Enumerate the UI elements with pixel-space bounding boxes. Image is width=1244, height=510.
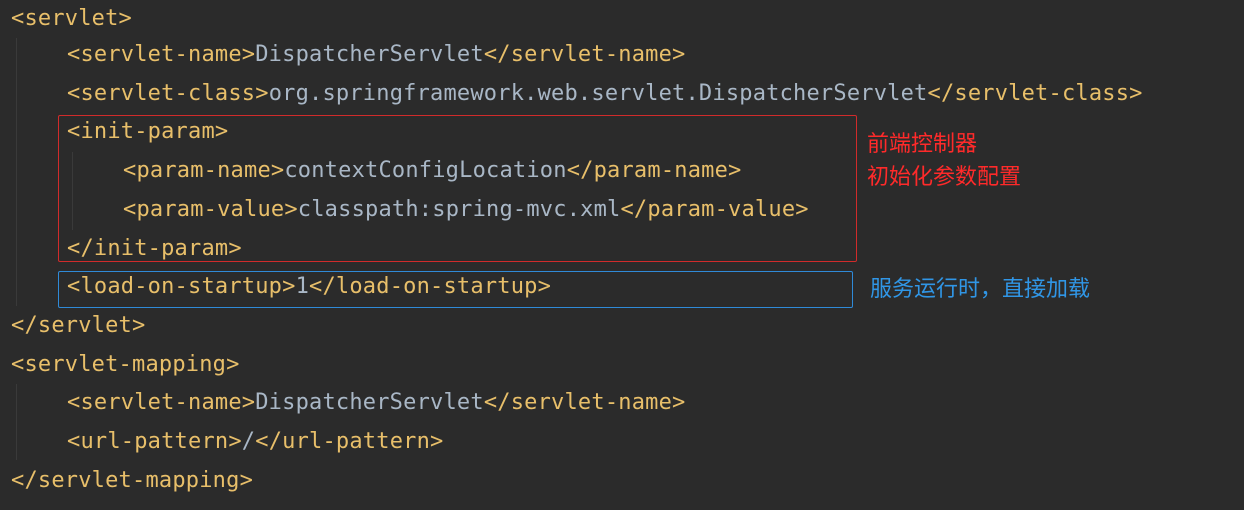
code-line[interactable]: <servlet-name>DispatcherServlet</servlet… xyxy=(67,36,686,74)
code-editor[interactable]: <servlet> <servlet-name>DispatcherServle… xyxy=(0,0,1244,510)
xml-tag: </servlet> xyxy=(11,313,146,338)
code-line[interactable]: </servlet-mapping> xyxy=(11,462,253,500)
xml-tag: </servlet-class> xyxy=(927,81,1143,106)
init-param-annotation-line-2: 初始化参数配置 xyxy=(867,165,1022,190)
code-line[interactable]: </servlet> xyxy=(11,307,145,345)
code-line[interactable]: <servlet-name>DispatcherServlet</servlet… xyxy=(67,384,686,422)
init-param-annotation-line-1: 前端控制器 xyxy=(867,132,978,157)
xml-text: DispatcherServlet xyxy=(255,42,484,67)
xml-tag: </servlet-name> xyxy=(483,42,686,67)
xml-tag: </url-pattern> xyxy=(255,429,444,454)
indent-guide xyxy=(16,384,17,460)
xml-tag: </servlet-mapping> xyxy=(11,468,254,493)
indent-guide xyxy=(16,38,17,306)
xml-tag: <url-pattern> xyxy=(67,429,242,454)
xml-tag: </servlet-name> xyxy=(483,390,686,415)
xml-tag: <servlet-name> xyxy=(67,42,256,67)
load-on-startup-annotation: 服务运行时，直接加载 xyxy=(870,277,1091,302)
xml-text: DispatcherServlet xyxy=(255,390,484,415)
code-line[interactable]: <servlet> xyxy=(11,0,132,38)
xml-tag: <servlet-class> xyxy=(67,81,269,106)
code-line[interactable]: <servlet-class>org.springframework.web.s… xyxy=(67,75,1143,113)
xml-tag: <servlet-mapping> xyxy=(11,352,240,377)
code-line[interactable]: <url-pattern>/</url-pattern> xyxy=(67,423,443,461)
xml-text: / xyxy=(241,429,256,454)
code-line[interactable]: <servlet-mapping> xyxy=(11,346,240,384)
init-param-highlight-box xyxy=(58,115,857,262)
load-on-startup-highlight-box xyxy=(58,271,853,308)
xml-tag: <servlet> xyxy=(11,6,133,31)
xml-text: org.springframework.web.servlet.Dispatch… xyxy=(268,81,928,106)
xml-tag: <servlet-name> xyxy=(67,390,256,415)
